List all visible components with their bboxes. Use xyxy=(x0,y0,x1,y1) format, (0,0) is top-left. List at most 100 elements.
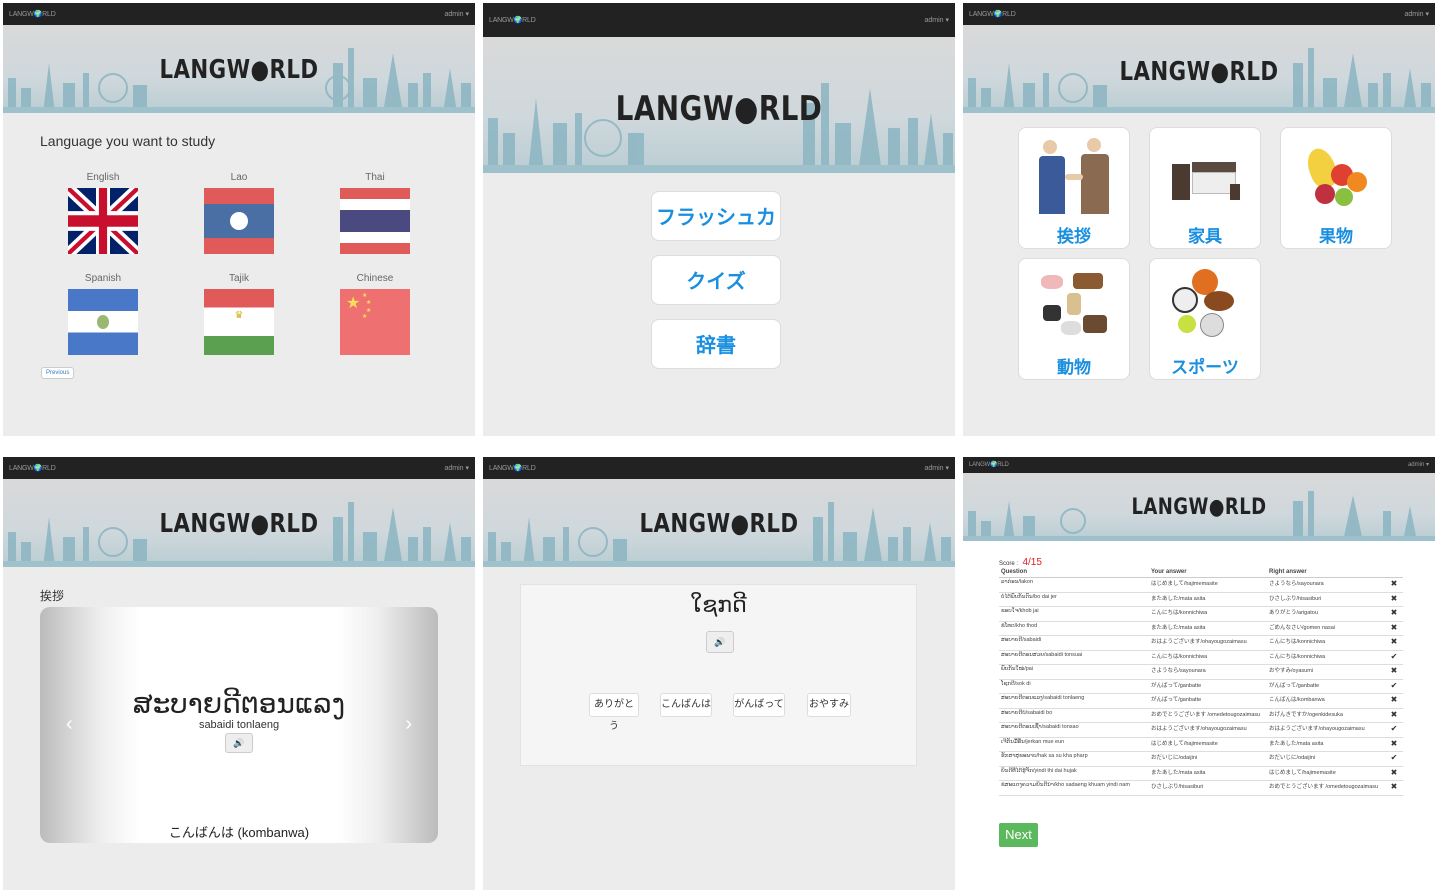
logo[interactable]: LANGW●RLD xyxy=(525,509,912,539)
sports-balls-image xyxy=(1170,265,1242,349)
right-answer-cell: ごめんなさい/gomen nasai xyxy=(1267,621,1385,636)
cross-icon: ✖ xyxy=(1385,737,1403,752)
cross-icon: ✖ xyxy=(1385,621,1403,636)
navbar-brand[interactable]: LANGW🌍RLD xyxy=(489,464,536,472)
right-answer-cell: はじめまして/hajimemasite xyxy=(1267,766,1385,781)
flashcard-carousel[interactable]: ‹ › ສະບາຍດີຕອນແລງ sabaidi tonlaeng 🔊 こんば… xyxy=(40,607,438,843)
right-answer-cell: こんばんは/kombanwa xyxy=(1267,693,1385,709)
el-salvador-flag-icon[interactable] xyxy=(68,289,138,355)
dictionary-button[interactable]: 辞書 xyxy=(651,319,781,369)
answer-option[interactable]: おやすみ xyxy=(807,693,851,717)
handshake-image xyxy=(1039,134,1111,218)
language-label: Chinese xyxy=(356,273,394,284)
navbar-brand[interactable]: LANGW🌍RLD xyxy=(969,461,1009,468)
flashcard-button[interactable]: フラッシュカード xyxy=(651,191,781,279)
fruit-image xyxy=(1301,134,1373,218)
tajik-flag-icon[interactable]: ♛ xyxy=(204,289,274,355)
logo[interactable]: LANGW●RLD xyxy=(1005,57,1392,87)
category-label: 果物 xyxy=(1319,227,1353,246)
quiz-button[interactable]: クイズ xyxy=(651,255,781,305)
category-card-greetings[interactable]: 挨拶 xyxy=(1018,127,1130,249)
table-row: ຍິນດີທີ່ໄດ້ຮູ້ຈັກ/yindi thi dai hujak またあ… xyxy=(999,766,1403,781)
cross-icon: ✖ xyxy=(1385,664,1403,680)
answer-option[interactable]: こんばんは xyxy=(660,693,712,717)
user-menu[interactable]: admin ▾ xyxy=(444,464,469,472)
your-answer-cell: こんにちは/konnichiwa xyxy=(1149,650,1267,665)
right-answer-cell: がんばって/ganbatte xyxy=(1267,679,1385,694)
your-answer-cell: はじめまして/hajimemasite xyxy=(1149,577,1267,593)
cross-icon: ✖ xyxy=(1385,606,1403,622)
question-cell: ຂອບໃຈ/khob jai xyxy=(999,606,1149,622)
table-row: ເຈີກັນມື້ອື່ນ/jerkan mue eun はじめまして/hajim… xyxy=(999,737,1403,752)
table-row: ຂອບໃຈ/khob jai こんにちは/konnichiwa ありがとう/arig… xyxy=(999,606,1403,622)
cross-icon: ✖ xyxy=(1385,635,1403,651)
user-menu[interactable]: admin ▾ xyxy=(924,16,949,24)
right-answer-cell: おはようございます/ohayougozaimasu xyxy=(1267,722,1385,738)
cross-icon: ✖ xyxy=(1385,577,1403,593)
navbar: LANGW🌍RLD admin ▾ xyxy=(963,3,1435,25)
user-menu[interactable]: admin ▾ xyxy=(1404,10,1429,18)
audio-button[interactable]: 🔊 xyxy=(706,631,734,653)
quiz-word: ໃຊກດີ xyxy=(690,593,747,618)
panel-mode-select: LANGW🌍RLD admin ▾ LANGW●RLD フラッシュカード クイズ… xyxy=(483,3,955,436)
check-icon: ✔ xyxy=(1385,751,1403,767)
logo[interactable]: LANGW●RLD xyxy=(45,55,432,85)
hero-banner: LANGW●RLD xyxy=(483,37,955,173)
category-card-animals[interactable]: 動物 xyxy=(1018,258,1130,380)
check-icon: ✔ xyxy=(1385,722,1403,738)
language-label: Spanish xyxy=(84,273,122,284)
navbar-brand[interactable]: LANGW🌍RLD xyxy=(489,16,536,24)
lao-flag-icon[interactable] xyxy=(204,188,274,254)
hero-banner: LANGW●RLD xyxy=(3,479,475,567)
your-answer-cell: ひさしぶり/hisasiburi xyxy=(1149,780,1267,796)
table-row: ສະບາຍດີຕອນແລງ/sabaidi tonlaeng がんばって/ganb… xyxy=(999,693,1403,709)
answer-option[interactable]: ありがとう xyxy=(589,693,639,732)
table-row: ສະບາຍດີຕອນສວຍ/sabaidi tonsuai こんにちは/konni… xyxy=(999,650,1403,665)
your-answer-cell: がんばって/ganbatte xyxy=(1149,679,1267,694)
right-answer-cell: ひさしぶり/hisasiburi xyxy=(1267,592,1385,607)
language-label: Thai xyxy=(365,172,385,183)
table-row: ໂຊກດີ/sok di がんばって/ganbatte がんばって/ganbatte… xyxy=(999,679,1403,694)
user-menu[interactable]: admin ▾ xyxy=(444,10,469,18)
table-header: Question Your answer Right answer xyxy=(999,567,1403,578)
panel-quiz-results: LANGW🌍RLD admin ▾ LANGW●RLD Score : 4/15… xyxy=(963,457,1435,890)
logo[interactable]: LANGW●RLD xyxy=(45,509,432,539)
user-menu[interactable]: admin ▾ xyxy=(1408,461,1429,468)
previous-button[interactable]: Previous xyxy=(41,367,75,379)
category-label: 家具 xyxy=(1188,227,1222,246)
navbar-brand[interactable]: LANGW🌍RLD xyxy=(969,10,1016,18)
category-label: 挨拶 xyxy=(1057,227,1091,246)
your-answer-cell: またあした/mata asita xyxy=(1149,766,1267,781)
category-card-sports[interactable]: スポーツ xyxy=(1149,258,1261,380)
category-card-fruit[interactable]: 果物 xyxy=(1280,127,1392,249)
logo[interactable]: LANGW●RLD xyxy=(525,89,912,129)
question-cell: ຮັກສາສຸຂະພາບ/hak sa su kha pharp xyxy=(999,751,1149,767)
table-row: ສະບາຍດີບໍ/sabaidi bo おめでとうございます /omedetou… xyxy=(999,708,1403,723)
check-icon: ✔ xyxy=(1385,679,1403,694)
panel-flashcard: LANGW🌍RLD admin ▾ LANGW●RLD 挨拶 ‹ › ສະບາຍ… xyxy=(3,457,475,890)
question-cell: ສະບາຍດີຕອນແລງ/sabaidi tonlaeng xyxy=(999,693,1149,709)
right-answer-cell: さようなら/sayounara xyxy=(1267,577,1385,593)
right-answer-cell: おやすみ/oyasumi xyxy=(1267,664,1385,680)
next-button[interactable]: Next xyxy=(999,823,1038,847)
navbar: LANGW🌍RLD admin ▾ xyxy=(483,457,955,479)
question-cell: ໂຊກດີ/sok di xyxy=(999,679,1149,694)
hero-banner: LANGW●RLD xyxy=(483,479,955,567)
cross-icon: ✖ xyxy=(1385,708,1403,723)
navbar-brand[interactable]: LANGW🌍RLD xyxy=(9,464,56,472)
right-answer-cell: ありがとう/arigatou xyxy=(1267,606,1385,622)
your-answer-cell: おはようございます/ohayougozaimasu xyxy=(1149,635,1267,651)
your-answer-cell: おだいじに/odaijini xyxy=(1149,751,1267,767)
navbar-brand[interactable]: LANGW🌍RLD xyxy=(9,10,56,18)
logo[interactable]: LANGW●RLD xyxy=(1005,495,1392,520)
uk-flag-icon[interactable] xyxy=(68,188,138,254)
category-card-furniture[interactable]: 家具 xyxy=(1149,127,1261,249)
answer-option[interactable]: がんばって xyxy=(733,693,785,717)
audio-button[interactable]: 🔊 xyxy=(225,733,253,753)
china-flag-icon[interactable]: ★ ★ ★ ★ ★ xyxy=(340,289,410,355)
language-label: Lao xyxy=(230,172,248,183)
table-row: ຂໍໂທດ/kho thod またあした/mata asita ごめんなさい/gom… xyxy=(999,621,1403,636)
thai-flag-icon[interactable] xyxy=(340,188,410,254)
navbar: LANGW🌍RLD admin ▾ xyxy=(963,457,1435,473)
user-menu[interactable]: admin ▾ xyxy=(924,464,949,472)
